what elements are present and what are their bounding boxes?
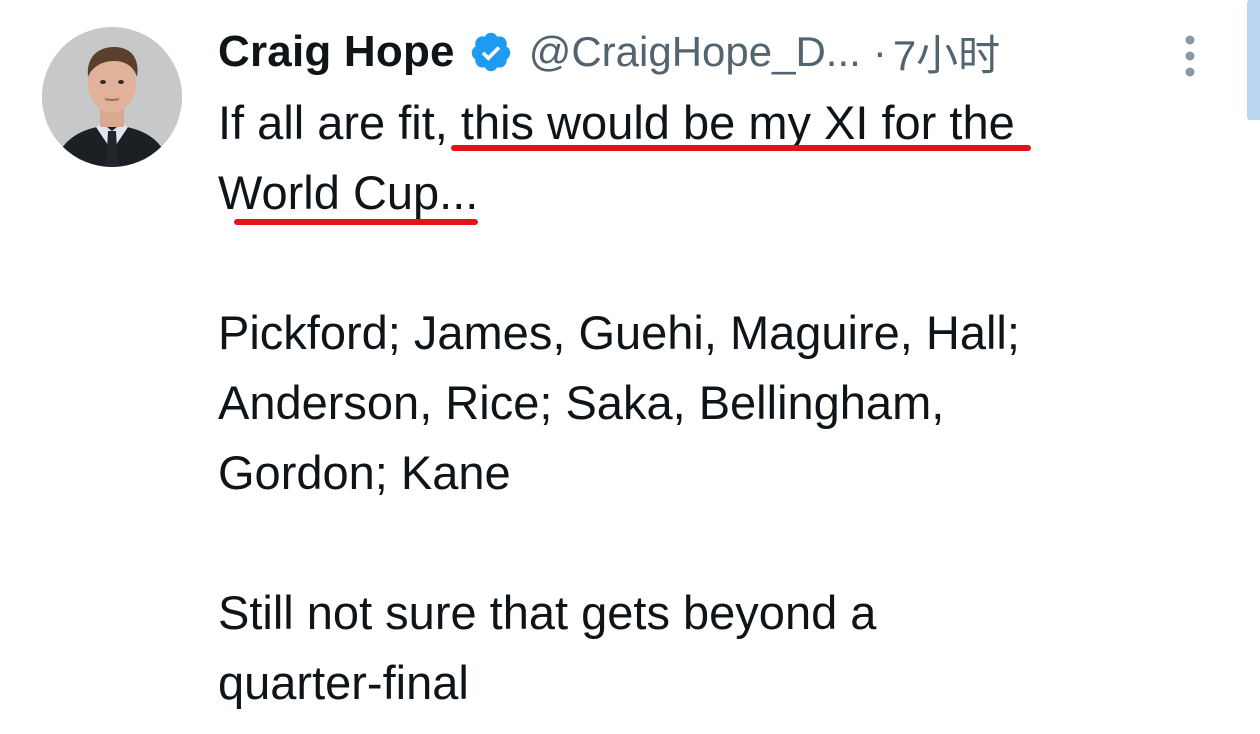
closing-line-1: Still not sure that gets beyond a — [218, 586, 877, 639]
tweet-header: Craig Hope @CraigHope_D... · 7小时 — [218, 24, 1158, 80]
tweet-timestamp[interactable]: 7小时 — [893, 22, 1000, 83]
highlighted-text-1-content: this would be my XI for the — [460, 96, 1015, 149]
highlighted-text-1: this would be my XI for the — [450, 96, 1031, 151]
red-underline-2 — [234, 219, 479, 225]
text-plain: If all are fit, — [218, 96, 448, 149]
header-separator: · — [872, 28, 887, 75]
lineup-line-2: Anderson, Rice; Saka, Bellingham, — [218, 376, 945, 429]
tweet-line-2: World Cup... — [218, 158, 1218, 228]
author-display-name[interactable]: Craig Hope — [218, 27, 455, 77]
verified-badge-icon — [469, 30, 513, 74]
red-underline-1 — [450, 145, 1031, 151]
closing-line-2: quarter-final — [218, 656, 469, 709]
author-handle[interactable]: @CraigHope_D... — [529, 28, 861, 76]
scroll-indicator — [1247, 0, 1260, 120]
lineup-line-1: Pickford; James, Guehi, Maguire, Hall; — [218, 306, 1020, 359]
tweet-text: If all are fit, this would be my XI for … — [218, 88, 1218, 718]
avatar-photo — [42, 27, 182, 167]
author-avatar[interactable] — [42, 27, 182, 167]
tweet-card[interactable]: Craig Hope @CraigHope_D... · 7小时 If all … — [0, 0, 1260, 734]
highlighted-text-2: World Cup... — [218, 166, 479, 225]
lineup-line-3: Gordon; Kane — [218, 446, 511, 499]
more-vertical-icon[interactable] — [1172, 30, 1208, 82]
highlighted-text-2-content: World Cup... — [218, 166, 479, 219]
tweet-line-1: If all are fit, this would be my XI for … — [218, 88, 1218, 158]
